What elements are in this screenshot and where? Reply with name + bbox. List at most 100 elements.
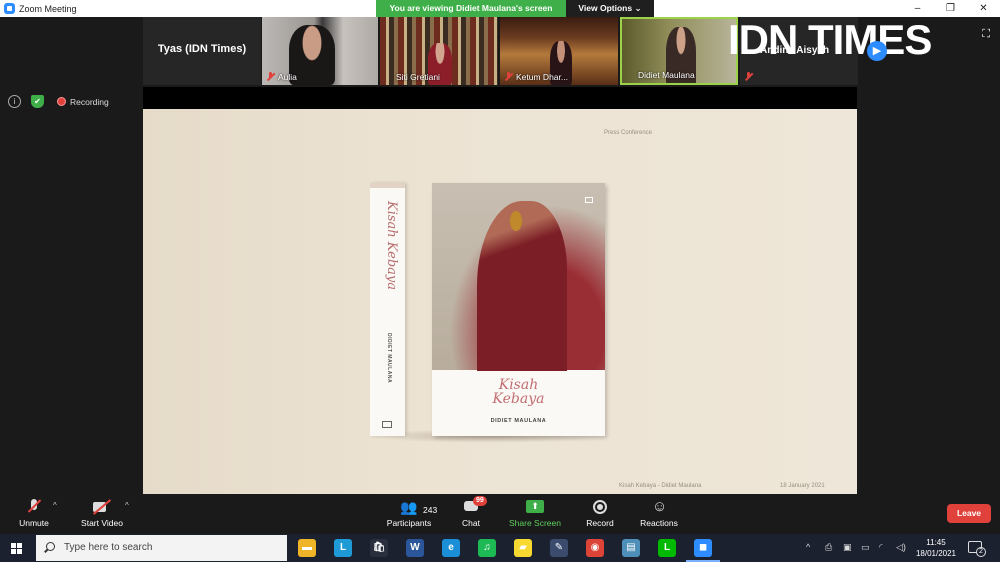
zoom-app-icon xyxy=(4,3,15,14)
window-controls: – ❐ ✕ xyxy=(901,0,1000,17)
word-icon[interactable]: W xyxy=(406,539,424,557)
viewing-screen-label: You are viewing Didiet Maulana's screen xyxy=(376,0,566,17)
shared-screen: Press Conference Kisah Kebaya DIDIET MAU… xyxy=(143,109,857,494)
search-icon xyxy=(46,542,55,551)
spine-author: DIDIET MAULANA xyxy=(386,333,392,384)
self-name-label: Tyas (IDN Times) xyxy=(157,43,247,55)
book-spine: Kisah Kebaya DIDIET MAULANA xyxy=(370,183,405,436)
cover-figure xyxy=(477,201,567,371)
spine-top xyxy=(370,183,405,188)
unmute-button[interactable]: Unmute xyxy=(12,498,56,528)
press-conference-label: Press Conference xyxy=(604,130,653,136)
restore-button[interactable]: ❐ xyxy=(934,0,967,17)
cover-photo xyxy=(432,183,605,371)
share-screen-icon xyxy=(526,498,544,516)
record-label: Record xyxy=(586,518,614,528)
record-button[interactable]: Record xyxy=(585,498,615,528)
share-screen-label: Share Screen xyxy=(509,518,561,528)
recording-label: Recording xyxy=(70,97,109,107)
reactions-label: Reactions xyxy=(640,518,678,528)
windows-start-icon[interactable] xyxy=(11,543,23,554)
idn-times-logo: IDN TIMES xyxy=(728,16,932,63)
sticky-notes-icon[interactable]: ▰ xyxy=(514,539,532,557)
participant-name: Didiet Maulana xyxy=(638,70,695,80)
participants-icon: 👥 243 xyxy=(399,498,437,516)
audio-options-chevron[interactable]: ^ xyxy=(53,501,57,510)
chat-badge: 99 xyxy=(473,496,487,506)
battery-icon[interactable]: ▭ xyxy=(861,542,870,553)
viewing-banner: You are viewing Didiet Maulana's screen … xyxy=(376,0,654,17)
line-icon[interactable]: L xyxy=(658,539,676,557)
notifications-count: 2 xyxy=(976,547,986,557)
chat-label: Chat xyxy=(462,518,480,528)
shield-icon[interactable]: ✔ xyxy=(31,95,44,108)
reactions-button[interactable]: Reactions xyxy=(638,498,680,528)
arrow-right-icon[interactable]: ▶ xyxy=(867,41,887,61)
tray-chevron[interactable]: ^ xyxy=(806,542,810,552)
search-placeholder: Type here to search xyxy=(64,542,153,553)
participant-name: Siti Gretiani xyxy=(396,72,440,82)
start-video-label: Start Video xyxy=(81,518,123,528)
self-video-tile[interactable]: Tyas (IDN Times) xyxy=(143,17,261,85)
video-options-chevron[interactable]: ^ xyxy=(125,501,129,510)
mic-muted-icon xyxy=(504,72,513,81)
store-icon[interactable]: 🛍 xyxy=(370,539,388,557)
view-options-button[interactable]: View Options ⌄ xyxy=(566,0,654,17)
participant-name: Aulia xyxy=(278,72,297,82)
reactions-icon xyxy=(652,498,667,516)
cover-earring xyxy=(510,211,522,231)
device-icon[interactable]: ▣ xyxy=(843,542,852,553)
paint-icon[interactable]: ✎ xyxy=(550,539,568,557)
participants-button[interactable]: 👥 243 Participants xyxy=(384,498,437,528)
window-title: Zoom Meeting xyxy=(19,3,77,14)
clock-date: 18/01/2021 xyxy=(915,549,957,558)
clock-time: 11:45 xyxy=(926,538,946,547)
volume-icon[interactable]: ◁) xyxy=(896,542,906,553)
chrome-icon[interactable]: ◉ xyxy=(586,539,604,557)
windows-taskbar: Type here to search ▬ L 🛍 We ♫ ▰ ✎ ◉ ▤ L ◼ ^ ⎙ ▣ ▭… xyxy=(0,534,1000,562)
recording-icon xyxy=(57,97,66,106)
taskbar-clock[interactable]: 11:45 18/01/2021 xyxy=(914,537,958,559)
share-screen-button[interactable]: Share Screen xyxy=(508,498,562,528)
cover-title: Kisah Kebaya xyxy=(432,378,605,406)
publisher-logo-icon xyxy=(585,197,593,203)
camera-off-icon xyxy=(93,498,111,516)
zoom-meeting-window: Zoom Meeting You are viewing Didiet Maul… xyxy=(0,0,1000,562)
notepad-icon[interactable]: ▤ xyxy=(622,539,640,557)
mic-muted-icon xyxy=(266,72,275,81)
taskbar-search-box[interactable]: Type here to search xyxy=(36,535,287,561)
edge-icon[interactable]: e xyxy=(442,539,460,557)
close-button[interactable]: ✕ xyxy=(967,0,1000,17)
participants-count: 243 xyxy=(423,505,438,515)
participant-tile-didiet[interactable]: Didiet Maulana xyxy=(620,17,738,85)
unmute-label: Unmute xyxy=(19,518,49,528)
microphone-muted-icon xyxy=(28,498,40,516)
meet-now-icon[interactable]: ⎙ xyxy=(825,542,832,553)
participant-tile-siti[interactable]: Siti Gretiani xyxy=(380,17,498,85)
wifi-icon[interactable]: ◜ xyxy=(879,542,883,553)
slide-footer-date: 18 January 2021 xyxy=(780,483,825,489)
book-cover: Kisah Kebaya DIDIET MAULANA xyxy=(432,183,605,436)
zoom-icon[interactable]: ◼ xyxy=(686,539,720,562)
info-icon[interactable]: i xyxy=(8,95,21,108)
participant-tile-aulia[interactable]: Aulia xyxy=(262,17,378,85)
cover-author: DIDIET MAULANA xyxy=(490,418,547,424)
participant-tile-ketum[interactable]: Ketum Dhar... xyxy=(500,17,618,85)
share-top-bar xyxy=(143,87,857,109)
l-app-icon[interactable]: L xyxy=(334,539,352,557)
spine-title: Kisah Kebaya xyxy=(384,201,399,291)
chat-icon: 99 xyxy=(464,496,487,516)
slide-footer-title: Kisah Kebaya - Didiet Maulana xyxy=(619,483,702,489)
meeting-toolbar: Unmute ^ Start Video ^ 👥 243 Participants… xyxy=(0,494,1000,534)
minimize-button[interactable]: – xyxy=(901,0,934,17)
expand-icon[interactable]: ⛶ xyxy=(982,28,990,41)
chat-button[interactable]: 99 Chat xyxy=(458,496,487,528)
cover-title-line2: Kebaya xyxy=(492,391,545,407)
publisher-logo-icon xyxy=(382,421,392,428)
file-explorer-icon[interactable]: ▬ xyxy=(298,539,316,557)
spotify-icon[interactable]: ♫ xyxy=(478,539,496,557)
leave-button[interactable]: Leave xyxy=(947,504,991,523)
participants-label: Participants xyxy=(386,518,432,528)
start-video-button[interactable]: Start Video xyxy=(76,498,128,528)
record-icon xyxy=(593,498,607,516)
